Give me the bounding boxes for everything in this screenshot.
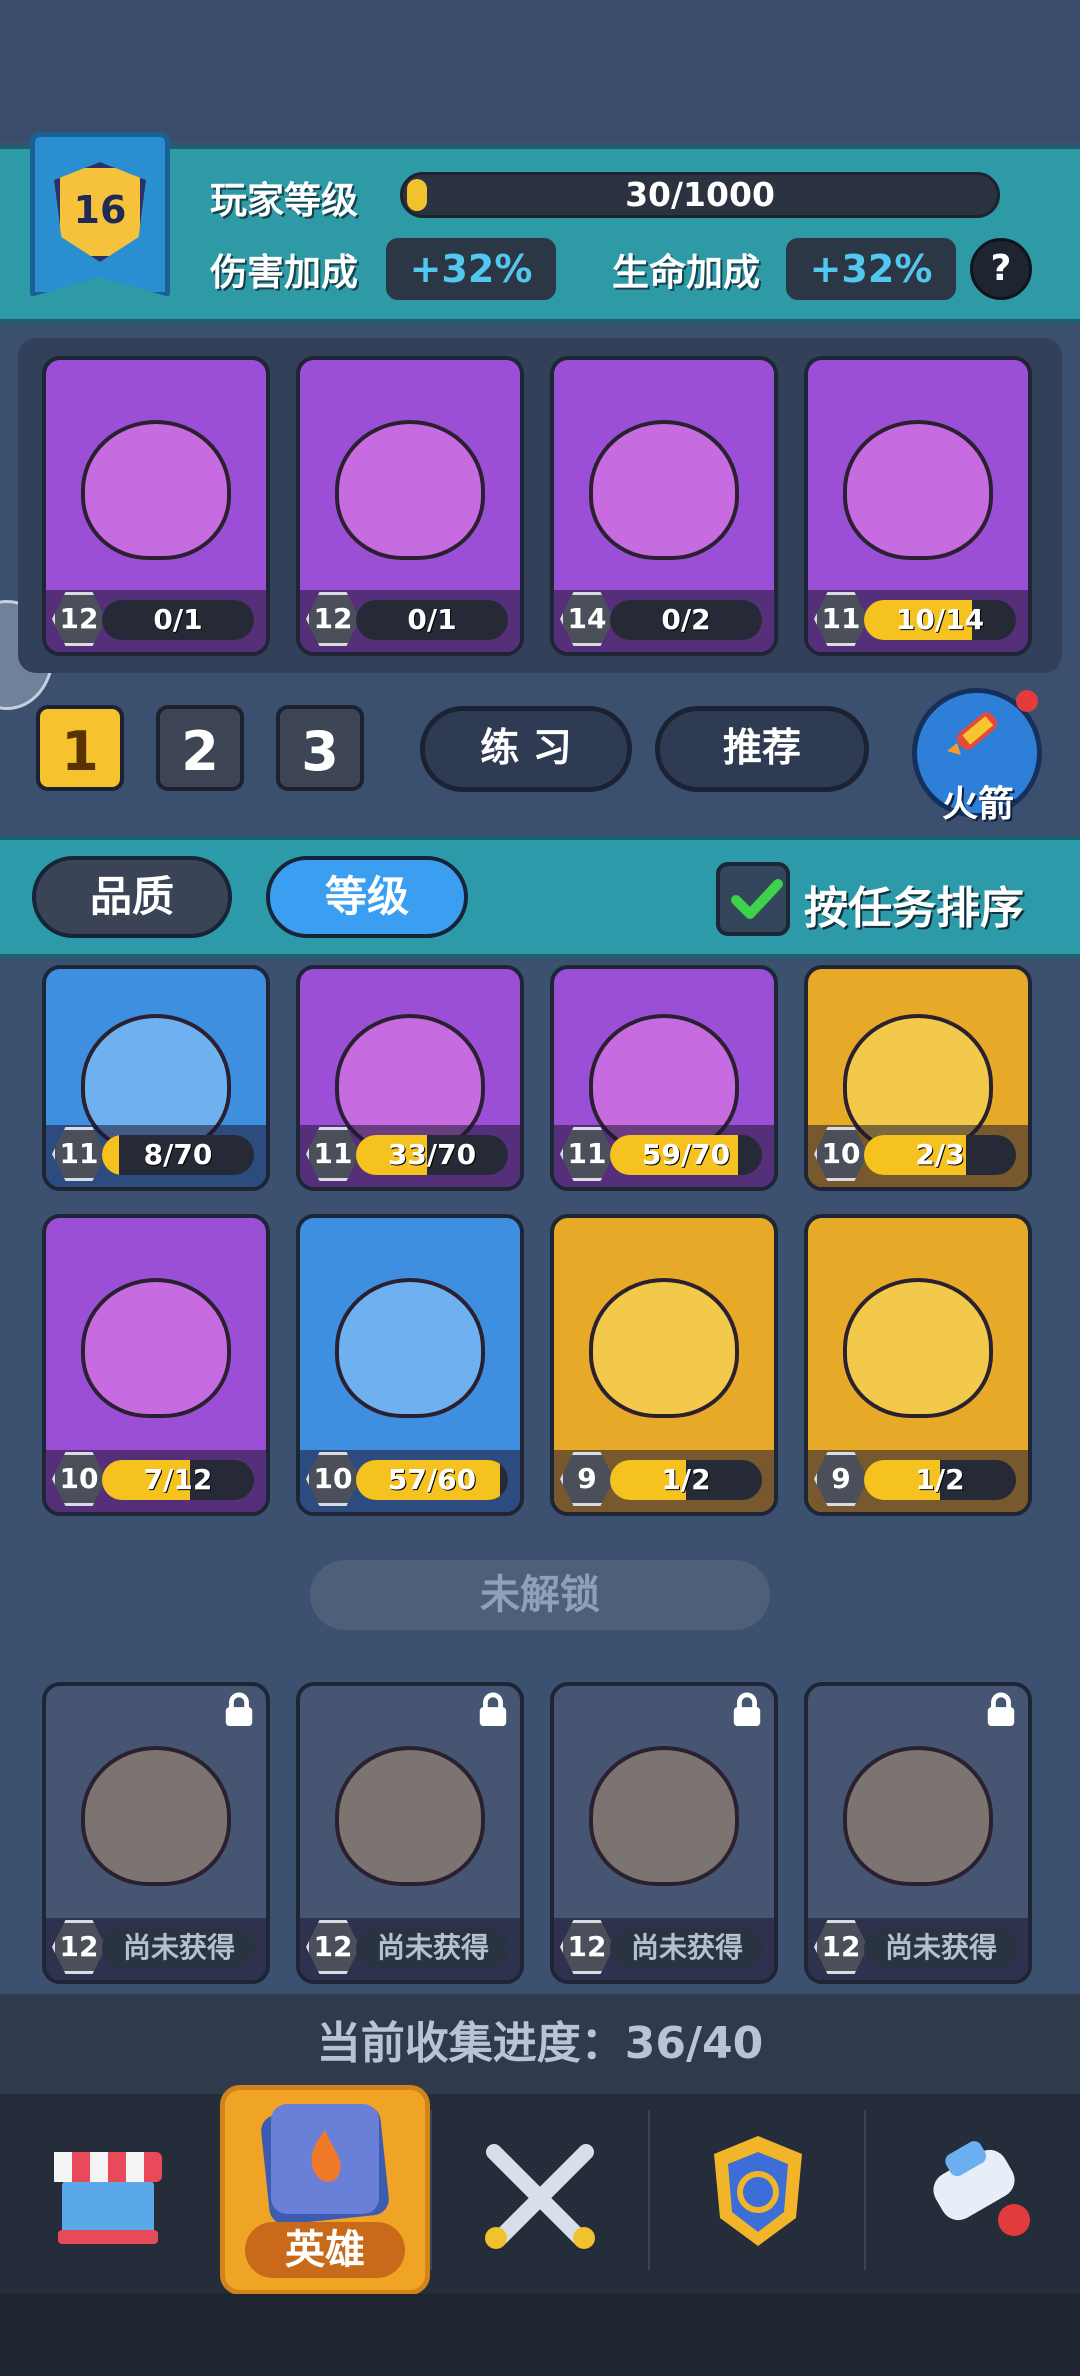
locked-section-title: 未解锁 [310,1560,770,1630]
sort-level-button[interactable]: 等级 [266,856,468,938]
hero-progress-bar: 0/2 [610,600,762,640]
rocket-label: 火箭 [941,784,1014,825]
team-tab-2[interactable]: 2 [156,705,244,791]
player-level-label: 玩家等级 [210,179,358,222]
hero-card[interactable]: 10 7/12 [42,1214,270,1516]
lock-icon [479,1692,507,1727]
hero-card[interactable]: 12 尚未获得 [550,1682,778,1984]
hero-progress-bar: 0/1 [102,600,254,640]
team-tab-3[interactable]: 3 [276,705,364,791]
practice-button[interactable]: 练 习 [420,706,632,792]
crossed-swords-icon [485,2144,595,2249]
samurai-hero-icon [335,1746,485,1886]
task-sort-label: 按任务排序 [804,883,1024,934]
hero-card[interactable]: 11 33/70 [296,965,524,1191]
emerald-knight-hero-icon [81,420,231,560]
lock-icon [733,1692,761,1727]
hero-card[interactable]: 11 10/14 [804,356,1032,656]
hero-icon [261,2104,389,2225]
hero-progress-text: 2/3 [915,1138,965,1171]
nav-hero-label: 英雄 [245,2222,405,2278]
hero-progress-bar: 1/2 [610,1460,762,1500]
xp-bar: 30/1000 [400,172,1000,218]
damage-bonus-value: +32% [386,238,556,300]
player-level: 16 [73,188,127,232]
team-tab-1[interactable]: 1 [36,705,124,791]
xp-text: 30/1000 [625,175,775,214]
orange-lizard-hero-icon [589,420,739,560]
hero-progress-text: 1/2 [661,1463,711,1496]
hero-progress-bar: 10/14 [864,600,1016,640]
hero-card[interactable]: 11 59/70 [550,965,778,1191]
collection-progress: 当前收集进度：36/40 [0,1994,1080,2094]
white-monkey-hero-icon [335,420,485,560]
checkmark-icon [731,879,783,919]
health-bonus-label: 生命加成 [612,251,760,294]
hero-progress-bar: 57/60 [356,1460,508,1500]
hero-progress-text: 0/1 [407,603,457,636]
hero-card[interactable]: 12 尚未获得 [296,1682,524,1984]
hero-progress-bar: 7/12 [102,1460,254,1500]
hero-card[interactable]: 12 尚未获得 [804,1682,1032,1984]
top-hat-hero-icon [843,1746,993,1886]
nav-battle[interactable] [432,2100,648,2280]
hero-progress-text: 33/70 [387,1138,477,1171]
hero-progress-bar: 59/70 [610,1135,762,1175]
hero-progress-text: 7/12 [143,1463,213,1496]
hero-card[interactable]: 9 1/2 [550,1214,778,1516]
hook-orc-hero-icon [843,420,993,560]
sort-quality-button[interactable]: 品质 [32,856,232,938]
hero-progress-bar: 33/70 [356,1135,508,1175]
hero-status: 尚未获得 [864,1928,1018,1968]
hero-progress-bar: 0/1 [356,600,508,640]
hero-status: 尚未获得 [610,1928,764,1968]
hero-card[interactable]: 12 尚未获得 [42,1682,270,1984]
hero-card[interactable]: 12 0/1 [42,356,270,656]
power-fist-icon [933,2141,1030,2236]
lock-icon [987,1692,1015,1727]
hero-card[interactable]: 14 0/2 [550,356,778,656]
hero-card[interactable]: 11 8/70 [42,965,270,1191]
damage-bonus-label: 伤害加成 [210,251,358,294]
fire-monk-hero-icon [81,1278,231,1418]
hero-progress-text: 0/2 [661,603,711,636]
hero-card[interactable]: 12 0/1 [296,356,524,656]
bald-monk-hero-icon [81,1746,231,1886]
task-sort-checkbox[interactable] [716,862,790,936]
hero-progress-bar: 2/3 [864,1135,1016,1175]
hero-card[interactable]: 10 2/3 [804,965,1032,1191]
hero-progress-text: 59/70 [641,1138,731,1171]
hero-progress-text: 8/70 [143,1138,213,1171]
hero-status: 尚未获得 [102,1928,256,1968]
viking-hero-icon [335,1278,485,1418]
top-background [0,0,1080,140]
hero-progress-text: 10/14 [895,603,985,636]
hero-card[interactable]: 10 57/60 [296,1214,524,1516]
hero-progress-bar: 1/2 [864,1460,1016,1500]
health-bonus-value: +32% [786,238,956,300]
hero-progress-text: 1/2 [915,1463,965,1496]
notification-dot [1016,690,1038,712]
hero-card[interactable]: 9 1/2 [804,1214,1032,1516]
lock-icon [225,1692,253,1727]
hero-progress-bar: 8/70 [102,1135,254,1175]
nav-clan[interactable] [650,2100,866,2280]
hero-progress-text: 0/1 [153,603,203,636]
nav-power[interactable] [864,2100,1080,2280]
hero-status: 尚未获得 [356,1928,510,1968]
nav-shop[interactable] [0,2100,216,2280]
storm-wraith-hero-icon [843,1278,993,1418]
panda-hero-icon [589,1746,739,1886]
help-icon[interactable]: ? [970,238,1032,300]
bottom-strip [0,2294,1080,2376]
shop-icon [54,2152,162,2244]
shield-icon [714,2136,802,2246]
hero-progress-text: 57/60 [387,1463,477,1496]
recommend-button[interactable]: 推荐 [655,706,869,792]
rooster-boxer-hero-icon [589,1278,739,1418]
